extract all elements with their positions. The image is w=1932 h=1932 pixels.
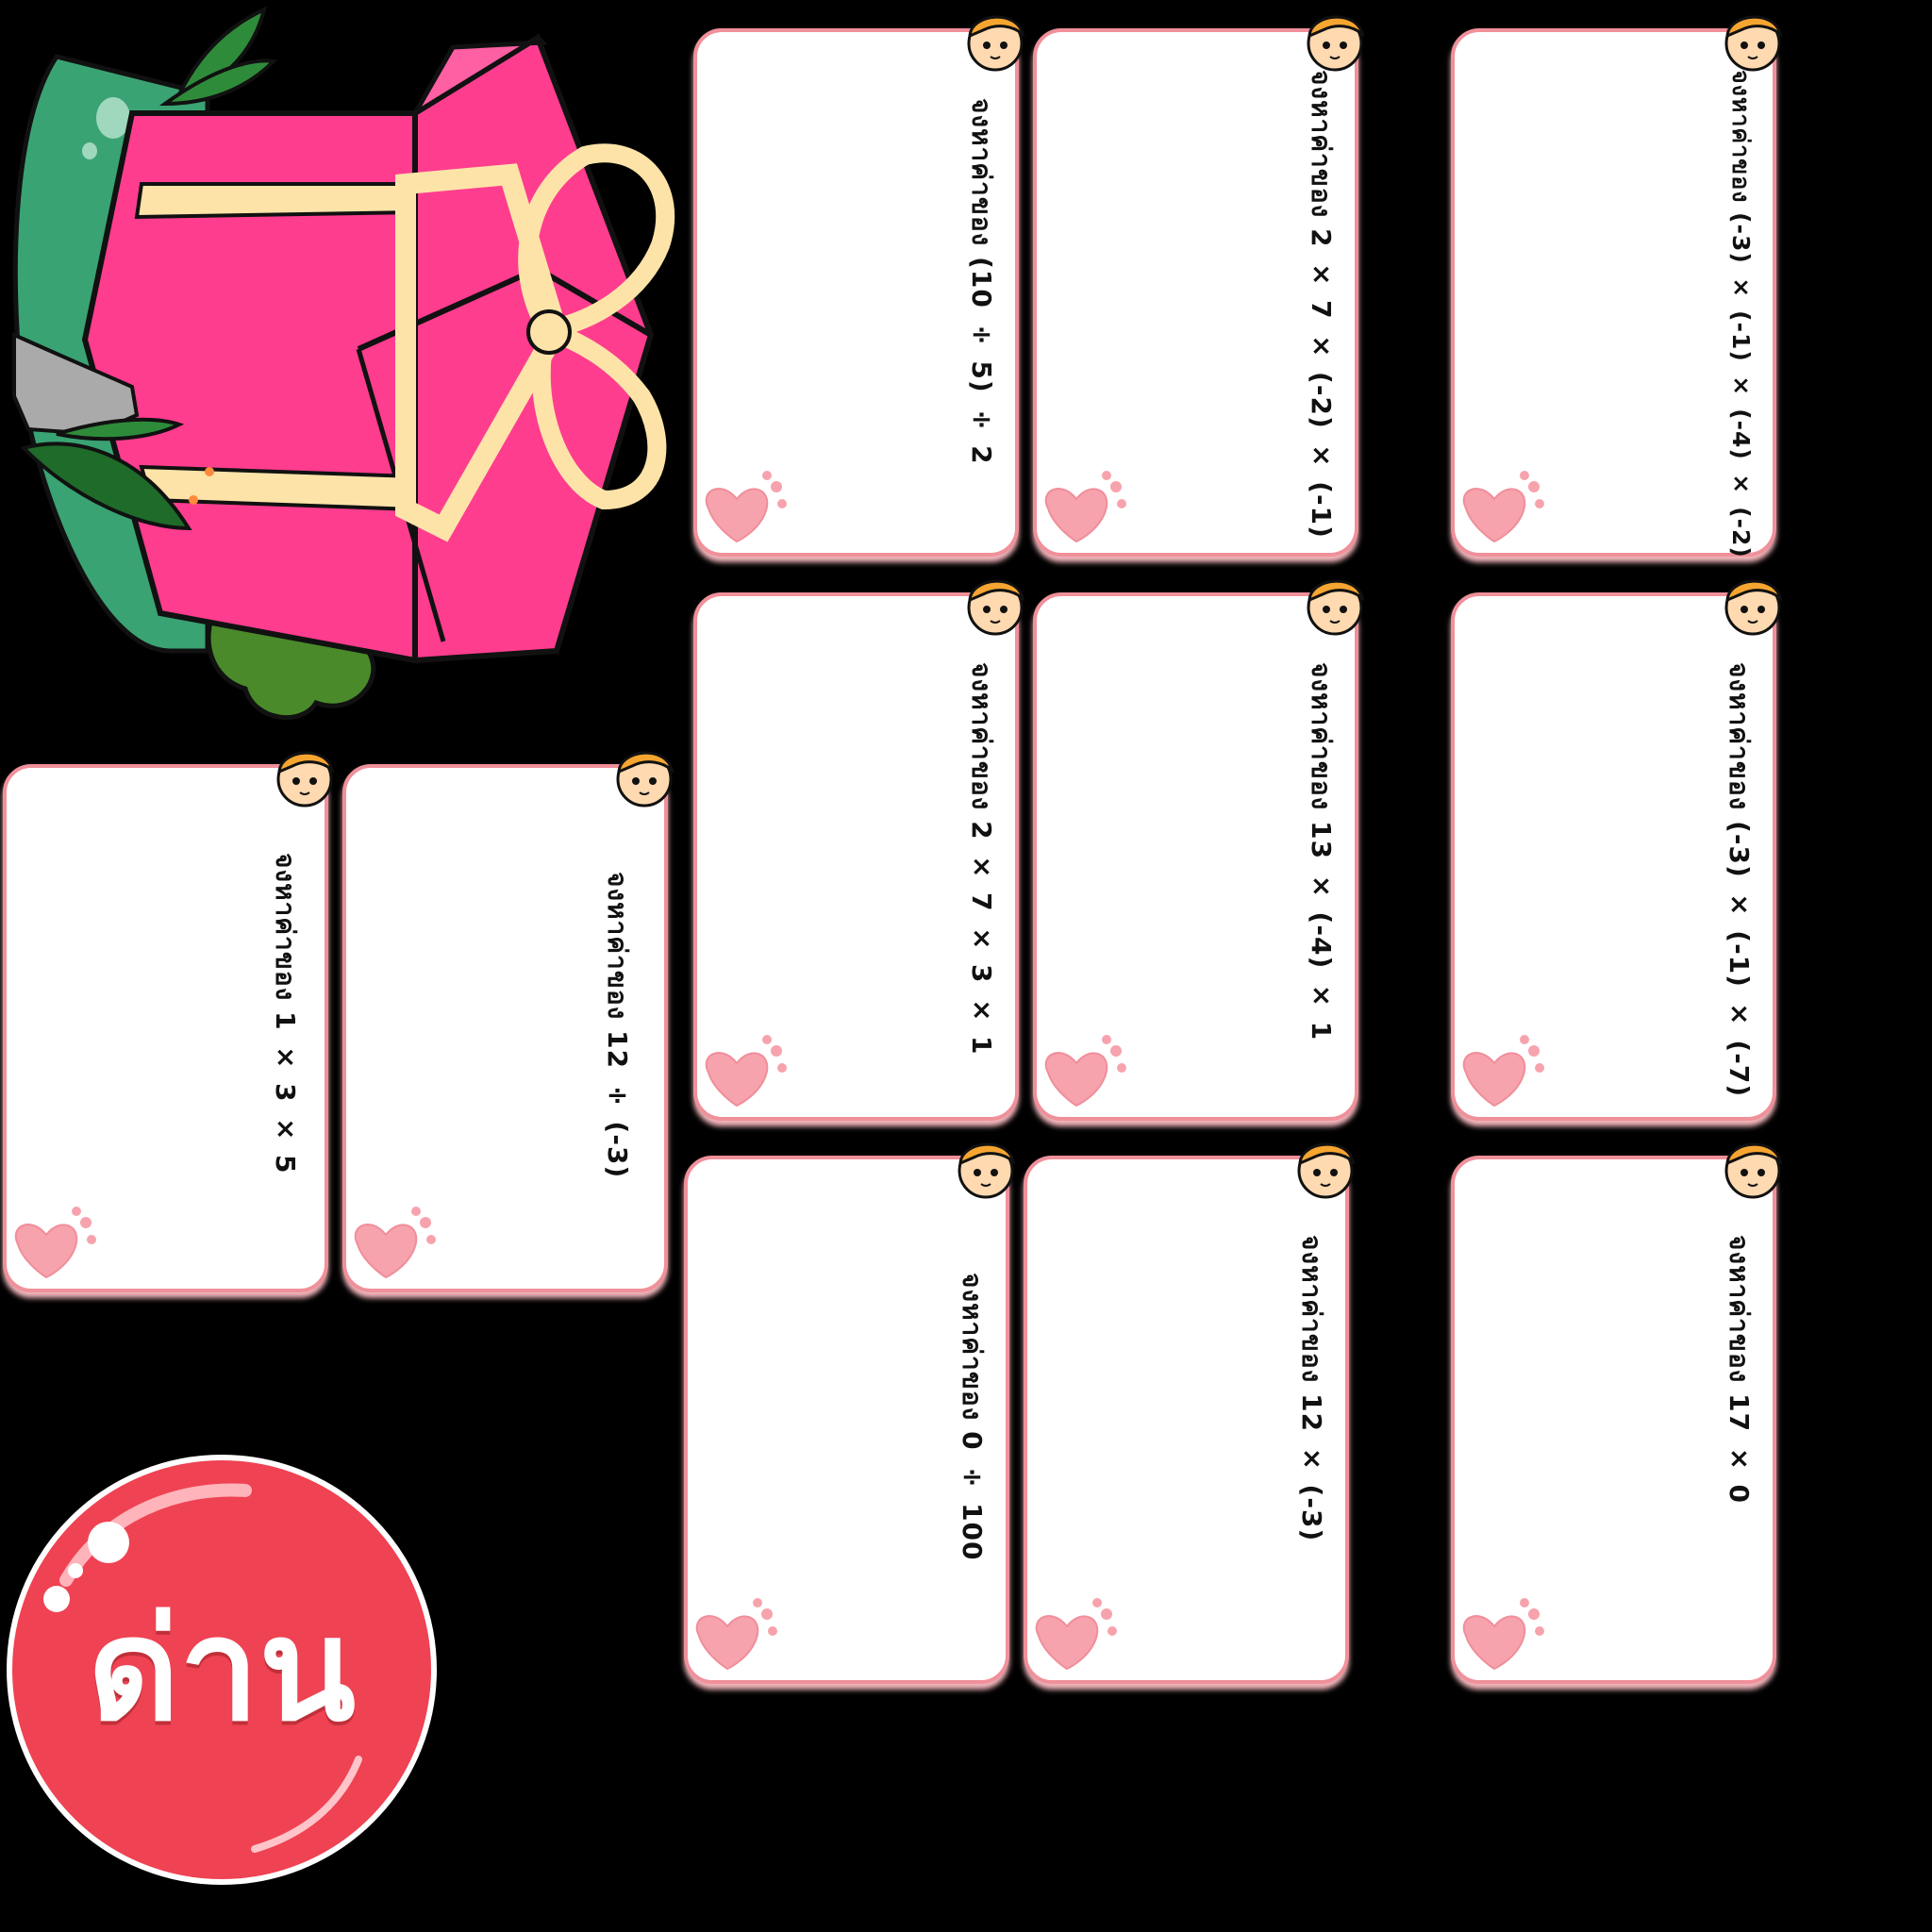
question-card[interactable]: จงหาค่าของ (10 ÷ 5) ÷ 2 xyxy=(693,15,1025,557)
boy-face-icon xyxy=(276,751,335,808)
boy-face-icon xyxy=(1724,15,1783,72)
question-text: จงหาค่าของ 13 × (-4) × 1 xyxy=(1306,662,1337,1041)
question-card[interactable]: จงหาค่าของ 12 ÷ (-3) xyxy=(342,751,675,1292)
gift-box-illustration xyxy=(12,6,675,720)
boy-face-icon xyxy=(958,1142,1016,1199)
heart-paw-icon xyxy=(1044,1035,1126,1108)
boy-face-icon xyxy=(967,579,1025,636)
question-text: จงหาค่าของ 1 × 3 × 5 xyxy=(270,853,301,1174)
question-card[interactable]: จงหาค่าของ 17 × 0 xyxy=(1451,1142,1783,1684)
question-text: จงหาค่าของ 17 × 0 xyxy=(1724,1235,1755,1505)
heart-paw-icon xyxy=(354,1207,436,1279)
question-text: จงหาค่าของ (-3) × (-1) × (-7) xyxy=(1724,662,1755,1098)
boy-face-icon xyxy=(1724,579,1783,636)
heart-paw-icon xyxy=(1462,471,1544,543)
heart-paw-icon xyxy=(705,471,787,543)
heart-paw-icon xyxy=(705,1035,787,1108)
question-card[interactable]: จงหาค่าของ (-3) × (-1) × (-4) × (-2) xyxy=(1451,15,1783,558)
question-text: จงหาค่าของ 2 × 7 × (-2) × (-1) xyxy=(1306,70,1337,539)
boy-face-icon xyxy=(1297,1142,1356,1199)
question-card[interactable]: จงหาค่าของ 13 × (-4) × 1 xyxy=(1033,579,1365,1121)
heart-paw-icon xyxy=(695,1598,777,1671)
question-card[interactable]: จงหาค่าของ 0 ÷ 100 xyxy=(684,1142,1016,1684)
question-text: จงหาค่าของ 2 × 7 × 3 × 1 xyxy=(966,662,997,1056)
heart-paw-icon xyxy=(1462,1035,1544,1108)
boy-face-icon xyxy=(616,751,675,808)
boy-face-icon xyxy=(1307,15,1365,72)
question-text: จงหาค่าของ (10 ÷ 5) ÷ 2 xyxy=(966,98,997,465)
question-card[interactable]: จงหาค่าของ 1 × 3 × 5 xyxy=(3,751,335,1292)
question-card[interactable]: จงหาค่าของ 2 × 7 × (-2) × (-1) xyxy=(1033,15,1365,557)
heart-paw-icon xyxy=(1044,471,1126,543)
question-card[interactable]: จงหาค่าของ 2 × 7 × 3 × 1 xyxy=(693,579,1025,1121)
question-text: จงหาค่าของ 12 × (-3) xyxy=(1296,1235,1327,1542)
boy-face-icon xyxy=(967,15,1025,72)
heart-paw-icon xyxy=(1462,1598,1544,1671)
boy-face-icon xyxy=(1724,1142,1783,1199)
heart-paw-icon xyxy=(14,1207,96,1279)
stage-button[interactable] xyxy=(0,1448,443,1891)
heart-paw-icon xyxy=(1035,1598,1117,1671)
question-card[interactable]: จงหาค่าของ (-3) × (-1) × (-7) xyxy=(1451,579,1783,1121)
question-text: จงหาค่าของ 12 ÷ (-3) xyxy=(602,872,633,1179)
question-card[interactable]: จงหาค่าของ 12 × (-3) xyxy=(1024,1142,1356,1684)
boy-face-icon xyxy=(1307,579,1365,636)
question-text: จงหาค่าของ (-3) × (-1) × (-4) × (-2) xyxy=(1727,70,1755,558)
question-text: จงหาค่าของ 0 ÷ 100 xyxy=(957,1273,988,1561)
